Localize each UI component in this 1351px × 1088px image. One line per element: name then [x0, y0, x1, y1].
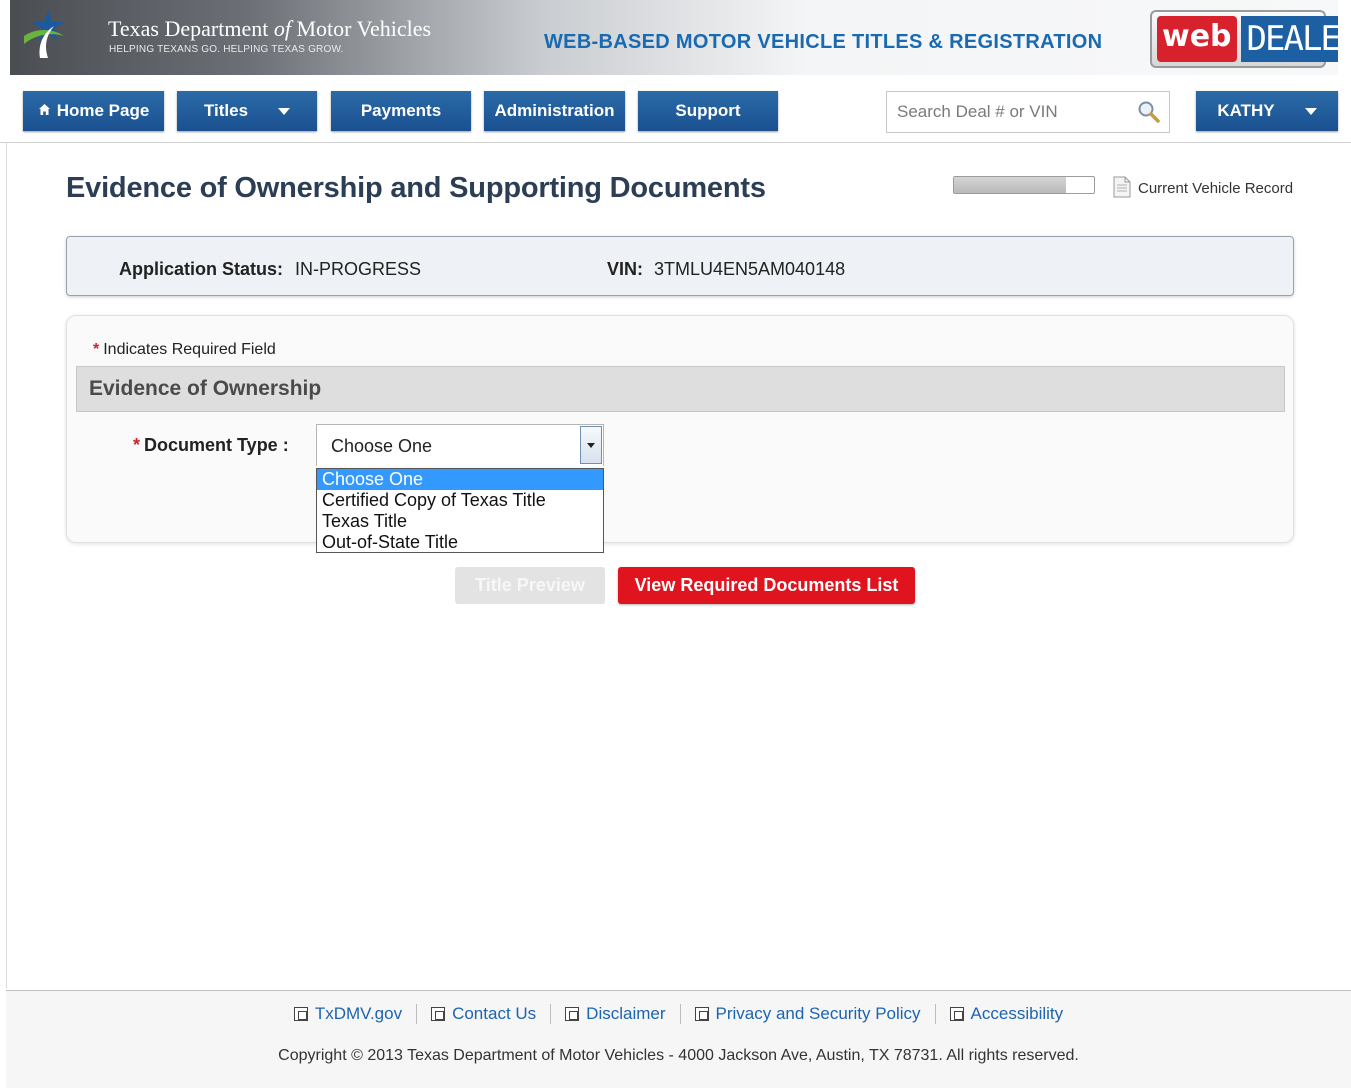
- application-status-panel: Application Status: IN-PROGRESS VIN: 3TM…: [66, 236, 1294, 296]
- section-header: Evidence of Ownership: [76, 366, 1285, 412]
- footer-link-txdmv[interactable]: TxDMV.gov: [293, 1004, 402, 1024]
- footer: TxDMV.gov Contact Us Disclaimer Privacy …: [6, 990, 1351, 1088]
- dropdown-option[interactable]: Choose One: [317, 469, 603, 490]
- footer-link-privacy[interactable]: Privacy and Security Policy: [694, 1004, 921, 1024]
- administration-button[interactable]: Administration: [484, 91, 625, 131]
- required-field-note: * Indicates Required Field: [93, 341, 276, 359]
- application-status-value: IN-PROGRESS: [295, 259, 422, 279]
- document-type-label-text: Document Type :: [144, 435, 289, 455]
- footer-link-contact[interactable]: Contact Us: [431, 1004, 536, 1024]
- user-name: KATHY: [1217, 101, 1275, 120]
- title-preview-button[interactable]: Title Preview: [455, 567, 605, 604]
- footer-link-accessibility[interactable]: Accessibility: [949, 1004, 1063, 1024]
- document-type-label: * Document Type :: [133, 435, 289, 456]
- webdealer-logo-web: web: [1157, 16, 1237, 62]
- footer-links: TxDMV.gov Contact Us Disclaimer Privacy …: [6, 1004, 1351, 1024]
- document-type-options-list: Choose One Certified Copy of Texas Title…: [316, 468, 604, 553]
- progress-bar: [953, 176, 1095, 194]
- titles-label: Titles: [203, 101, 249, 120]
- support-label: Support: [675, 101, 741, 120]
- webdealer-logo-dealer: DEALER: [1240, 16, 1338, 62]
- vin-value: 3TMLU4EN5AM040148: [654, 259, 846, 279]
- dropdown-option[interactable]: Out-of-State Title: [317, 532, 603, 553]
- divider: [934, 1004, 936, 1024]
- document-icon[interactable]: [1113, 176, 1131, 198]
- home-icon: [38, 103, 51, 119]
- vin-label: VIN:: [607, 259, 643, 279]
- agency-tagline: HELPING TEXANS GO. HELPING TEXAS GROW.: [109, 44, 344, 55]
- payments-label: Payments: [360, 101, 442, 120]
- webdealer-logo: web DEALER: [1150, 10, 1338, 68]
- document-type-select[interactable]: Choose One: [316, 424, 604, 466]
- divider: [416, 1004, 418, 1024]
- system-name: WEB-BASED MOTOR VEHICLE TITLES & REGISTR…: [544, 31, 1103, 53]
- titles-menu-button[interactable]: Titles: [177, 91, 317, 131]
- support-button[interactable]: Support: [638, 91, 778, 131]
- dropdown-option[interactable]: Certified Copy of Texas Title: [317, 490, 603, 511]
- evidence-form-panel: * Indicates Required Field Evidence of Ow…: [66, 315, 1294, 553]
- external-link-icon: [949, 1007, 964, 1021]
- page-title: Evidence of Ownership and Supporting Doc…: [66, 172, 766, 204]
- view-required-documents-button[interactable]: View Required Documents List: [618, 567, 915, 604]
- main-nav: Home Page Titles Payments Administration…: [0, 75, 1351, 143]
- current-vehicle-record-link[interactable]: Current Vehicle Record: [1138, 180, 1293, 197]
- external-link-icon: [565, 1007, 580, 1021]
- search-icon[interactable]: [1137, 100, 1161, 124]
- required-asterisk: *: [133, 435, 141, 455]
- external-link-icon: [293, 1007, 308, 1021]
- agency-name: Texas Department of Motor Vehicles: [108, 16, 432, 41]
- progress-bar-fill: [954, 177, 1066, 193]
- home-page-label: Home Page: [56, 101, 150, 120]
- section-title: Evidence of Ownership: [89, 377, 322, 400]
- home-page-button[interactable]: Home Page: [23, 91, 164, 131]
- dropdown-arrow-icon[interactable]: [580, 426, 602, 464]
- required-note-text: Indicates Required Field: [103, 341, 276, 358]
- administration-label: Administration: [494, 101, 615, 120]
- required-asterisk: *: [93, 341, 100, 358]
- divider: [679, 1004, 681, 1024]
- document-type-selected-value: Choose One: [331, 436, 433, 456]
- user-menu-button[interactable]: KATHY: [1196, 91, 1338, 131]
- external-link-icon: [694, 1007, 709, 1021]
- divider: [550, 1004, 552, 1024]
- dropdown-option[interactable]: Texas Title: [317, 511, 603, 532]
- footer-link-disclaimer[interactable]: Disclaimer: [565, 1004, 666, 1024]
- header-banner: Texas Department of Motor Vehicles HELPI…: [10, 0, 1338, 75]
- application-status-label: Application Status:: [119, 259, 284, 279]
- txdmv-star-logo-icon: [24, 10, 64, 58]
- external-link-icon: [431, 1007, 446, 1021]
- payments-button[interactable]: Payments: [331, 91, 471, 131]
- search-input[interactable]: [887, 92, 1127, 132]
- chevron-down-icon: [278, 107, 291, 115]
- chevron-down-icon: [1304, 107, 1317, 115]
- search-box: [886, 91, 1170, 133]
- copyright-text: Copyright © 2013 Texas Department of Mot…: [278, 1047, 1079, 1064]
- page-left-border: [6, 143, 7, 988]
